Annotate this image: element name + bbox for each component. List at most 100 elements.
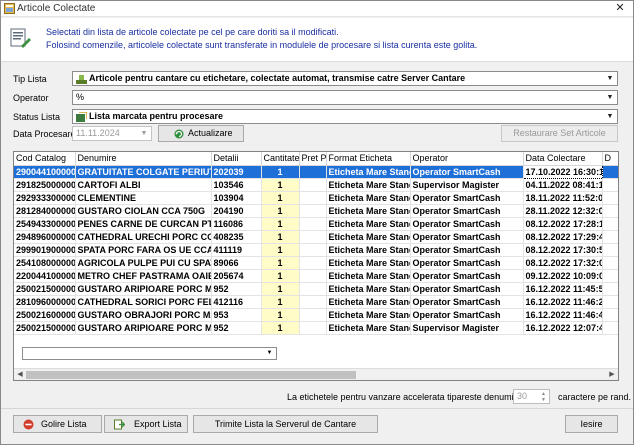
cell-d[interactable]: [602, 230, 618, 244]
cell-cantitate[interactable]: 1: [261, 295, 300, 309]
cell-cod-catalog[interactable]: 299901900000: [14, 243, 76, 257]
cell-detalii[interactable]: 411119: [211, 243, 262, 257]
table-row[interactable]: 254108000000AGRICOLA PULPE PUI CU SPATE …: [14, 256, 618, 270]
cell-operator[interactable]: Operator SmartCash: [410, 282, 524, 296]
cell-format-eticheta[interactable]: Eticheta Mare Standa: [326, 243, 411, 257]
cell-data-colectare[interactable]: 16.12.2022 11:45:5: [523, 282, 603, 296]
cell-operator[interactable]: Operator SmartCash: [410, 204, 524, 218]
cell-format-eticheta[interactable]: Eticheta Mare Standa: [326, 295, 411, 309]
operator-select[interactable]: % ▼: [72, 90, 618, 105]
table-row[interactable]: 220044100000METRO CHEF PASTRAMA OAIE VA2…: [14, 269, 618, 283]
restaurare-set-articole-button[interactable]: Restaurare Set Articole: [501, 125, 618, 142]
cell-d[interactable]: [602, 243, 618, 257]
scroll-right-icon[interactable]: ▶: [607, 370, 617, 380]
cell-operator[interactable]: Operator SmartCash: [410, 295, 524, 309]
cell-data-colectare[interactable]: 18.11.2022 11:52:0: [523, 191, 603, 205]
cell-detalii[interactable]: 103546: [211, 178, 262, 192]
cell-pret-pr[interactable]: [299, 191, 327, 205]
col-detalii[interactable]: Detalii: [211, 152, 262, 166]
cell-pret-pr[interactable]: [299, 178, 327, 192]
cell-pret-pr[interactable]: [299, 308, 327, 322]
cell-data-colectare[interactable]: 16.12.2022 11:46:4: [523, 308, 603, 322]
table-row[interactable]: 294896000000CATHEDRAL URECHI PORC COAPT4…: [14, 230, 618, 244]
cell-data-colectare[interactable]: 08.12.2022 17:29:4: [523, 230, 603, 244]
cell-denumire[interactable]: CARTOFI ALBI: [75, 178, 212, 192]
cell-denumire[interactable]: SPATA PORC FARA OS UE CCA 2.5I: [75, 243, 212, 257]
cell-pret-pr[interactable]: [299, 256, 327, 270]
cell-format-eticheta[interactable]: Eticheta Mare Standa: [326, 204, 411, 218]
cell-operator[interactable]: Operator SmartCash: [410, 308, 524, 322]
cell-cantitate[interactable]: 1: [261, 191, 300, 205]
cell-data-colectare[interactable]: 08.12.2022 17:32:0: [523, 256, 603, 270]
table-row[interactable]: 299901900000SPATA PORC FARA OS UE CCA 2.…: [14, 243, 618, 257]
cell-cantitate[interactable]: 1: [261, 308, 300, 322]
cell-detalii[interactable]: 103904: [211, 191, 262, 205]
cell-format-eticheta[interactable]: Eticheta Mare Standa: [326, 217, 411, 231]
cell-cod-catalog[interactable]: 254108000000: [14, 256, 76, 270]
cell-cod-catalog[interactable]: 250021500000: [14, 321, 76, 335]
col-pret-pr[interactable]: Pret Pr: [299, 152, 327, 166]
col-cantitate[interactable]: Cantitate: [261, 152, 300, 166]
cell-detalii[interactable]: 204190: [211, 204, 262, 218]
table-row[interactable]: 291825000000 CARTOFI ALBI 103546 1 Eticheta …: [14, 178, 618, 192]
cell-cod-catalog[interactable]: 250021500000: [14, 282, 76, 296]
status-lista-select[interactable]: Lista marcata pentru procesare ▼: [72, 109, 618, 124]
chevron-down-icon[interactable]: ▼: [138, 128, 150, 139]
chars-per-line-spinner[interactable]: 30 ▲ ▼: [513, 389, 550, 404]
cell-operator[interactable]: Operator SmartCash: [410, 256, 524, 270]
cell-operator[interactable]: Operator SmartCash: [410, 165, 524, 179]
cell-format-eticheta[interactable]: Eticheta Mare Standa: [326, 256, 411, 270]
iesire-button[interactable]: Iesire: [565, 415, 618, 433]
cell-operator[interactable]: Operator SmartCash: [410, 230, 524, 244]
cell-denumire[interactable]: CATHEDRAL SORICI PORC FELIAT C: [75, 295, 212, 309]
cell-cod-catalog[interactable]: 281284000000: [14, 204, 76, 218]
cell-pret-pr[interactable]: [299, 321, 327, 335]
cell-pret-pr[interactable]: [299, 230, 327, 244]
spin-down-icon[interactable]: ▼: [539, 397, 548, 403]
actualizare-button[interactable]: Actualizare: [158, 125, 244, 142]
cell-cantitate[interactable]: 1: [261, 230, 300, 244]
cell-denumire[interactable]: GUSTARO ARIPIOARE PORC MARI: [75, 282, 212, 296]
cell-denumire[interactable]: GUSTARO OBRAJORI PORC MARII: [75, 308, 212, 322]
col-format-eticheta[interactable]: Format Eticheta: [326, 152, 411, 166]
cell-cantitate[interactable]: 1: [261, 204, 300, 218]
cell-format-eticheta[interactable]: Eticheta Mare Standa: [326, 321, 411, 335]
cell-cod-catalog[interactable]: 220044100000: [14, 269, 76, 283]
cell-data-colectare[interactable]: 17.10.2022 16:30:1: [522, 164, 603, 179]
cell-cantitate[interactable]: 1: [261, 321, 300, 335]
cell-cantitate[interactable]: 1: [261, 178, 300, 192]
chevron-down-icon[interactable]: ▼: [604, 92, 616, 103]
cell-d[interactable]: [602, 191, 618, 205]
cell-format-eticheta[interactable]: Eticheta Mare Standa: [326, 230, 411, 244]
cell-format-eticheta[interactable]: Eticheta Mare Standa: [326, 178, 411, 192]
cell-pret-pr[interactable]: [299, 204, 327, 218]
chevron-down-icon[interactable]: ▼: [604, 73, 616, 84]
cell-cod-catalog[interactable]: 292933300000: [14, 191, 76, 205]
cell-d[interactable]: [602, 295, 618, 309]
cell-pret-pr[interactable]: [299, 165, 327, 179]
cell-operator[interactable]: Supervisor Magister: [410, 321, 524, 335]
cell-d[interactable]: [602, 321, 618, 335]
chevron-down-icon[interactable]: ▼: [604, 111, 616, 122]
col-denumire[interactable]: Denumire: [75, 152, 212, 166]
articles-grid[interactable]: Cod Catalog Denumire Detalii Cantitate P…: [13, 151, 619, 381]
cell-pret-pr[interactable]: [299, 217, 327, 231]
filter-select[interactable]: ▼: [22, 347, 277, 360]
col-data-colectare[interactable]: Data Colectare: [523, 152, 603, 166]
cell-cantitate[interactable]: 1: [261, 165, 300, 179]
cell-operator[interactable]: Supervisor Magister: [410, 178, 524, 192]
cell-d[interactable]: [602, 217, 618, 231]
cell-denumire[interactable]: PENES CARNE DE CURCAN PT TOC: [75, 217, 212, 231]
cell-pret-pr[interactable]: [299, 282, 327, 296]
cell-cod-catalog[interactable]: 294896000000: [14, 230, 76, 244]
cell-cod-catalog[interactable]: 250021600000: [14, 308, 76, 322]
cell-detalii[interactable]: 116086: [211, 217, 262, 231]
export-lista-button[interactable]: Export Lista: [104, 415, 188, 433]
cell-data-colectare[interactable]: 16.12.2022 12:07:4: [523, 321, 603, 335]
cell-detalii[interactable]: 408235: [211, 230, 262, 244]
cell-denumire[interactable]: GRATUITATE COLGATE PERIUTA P: [75, 165, 212, 179]
cell-format-eticheta[interactable]: Eticheta Mare Standa: [326, 269, 411, 283]
cell-cod-catalog[interactable]: 281096000000: [14, 295, 76, 309]
table-row[interactable]: 254943300000PENES CARNE DE CURCAN PT TOC…: [14, 217, 618, 231]
cell-detalii[interactable]: 205674: [211, 269, 262, 283]
